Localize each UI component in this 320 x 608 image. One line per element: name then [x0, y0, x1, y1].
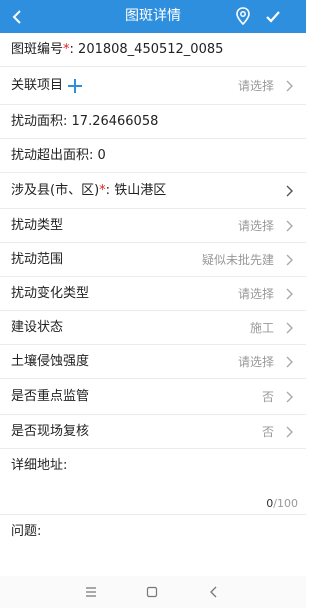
app-header: 图斑详情	[0, 0, 306, 33]
field-area-label: 扰动面积:	[11, 114, 68, 129]
field-build-status[interactable]: 建设状态 施工	[0, 311, 306, 345]
field-erosion-label: 土壤侵蚀强度	[11, 354, 90, 369]
chevron-right-icon	[286, 220, 293, 232]
field-address-label: 详细地址:	[11, 458, 68, 473]
field-excess-area: 扰动超出面积: 0	[0, 139, 306, 173]
field-project[interactable]: 关联项目 请选择	[0, 67, 306, 105]
field-change-type-value: 请选择	[237, 287, 274, 301]
chevron-right-icon	[286, 426, 293, 438]
home-square-icon[interactable]	[145, 585, 159, 599]
field-build-status-label: 建设状态	[11, 320, 64, 335]
check-icon[interactable]	[265, 9, 281, 25]
menu-icon[interactable]	[84, 585, 98, 599]
field-area: 扰动面积: 17.26466058	[0, 105, 306, 139]
chevron-right-icon	[286, 322, 293, 334]
field-change-type[interactable]: 扰动变化类型 请选择	[0, 277, 306, 311]
back-triangle-icon[interactable]	[207, 585, 221, 599]
field-issue-label: 问题:	[11, 524, 42, 539]
field-disturb-type-label: 扰动类型	[11, 218, 64, 233]
field-county-value: 铁山港区	[114, 183, 167, 198]
field-build-status-value: 施工	[249, 321, 274, 335]
field-disturb-range-value: 疑似未批先建	[201, 253, 274, 267]
field-key-supervision-value: 否	[261, 390, 274, 404]
field-id-label: 图斑编号	[11, 42, 64, 57]
field-review-label: 是否现场复核	[11, 424, 90, 439]
add-icon[interactable]	[67, 78, 83, 94]
system-navbar	[0, 576, 306, 608]
field-disturb-range-label: 扰动范围	[11, 252, 64, 267]
location-pin-icon[interactable]	[235, 7, 251, 25]
field-review[interactable]: 是否现场复核 否	[0, 415, 306, 449]
field-project-label: 关联项目	[11, 78, 64, 93]
field-disturb-range[interactable]: 扰动范围 疑似未批先建	[0, 243, 306, 277]
field-id: 图斑编号*: 201808_450512_0085	[0, 33, 306, 67]
chevron-right-icon	[286, 254, 293, 266]
field-issue[interactable]: 问题:	[0, 515, 306, 576]
field-review-value: 否	[261, 425, 274, 439]
field-excess-area-value: 0	[97, 148, 106, 163]
chevron-right-icon	[286, 80, 293, 92]
field-excess-area-label: 扰动超出面积:	[11, 148, 94, 163]
field-change-type-label: 扰动变化类型	[11, 286, 90, 301]
chevron-right-icon	[286, 288, 293, 300]
field-county-label: 涉及县(市、区)	[11, 183, 100, 198]
field-key-supervision[interactable]: 是否重点监管 否	[0, 379, 306, 415]
field-key-supervision-label: 是否重点监管	[11, 389, 90, 404]
chevron-right-icon	[286, 391, 293, 403]
field-disturb-type-value: 请选择	[237, 219, 274, 233]
field-id-value: 201808_450512_0085	[78, 42, 224, 57]
page-title: 图斑详情	[125, 8, 181, 24]
chevron-right-icon	[286, 356, 293, 368]
field-project-value: 请选择	[237, 79, 274, 93]
field-area-value: 17.26466058	[71, 114, 159, 129]
char-counter: 0/100	[266, 497, 298, 510]
chevron-right-icon	[286, 185, 293, 197]
field-county[interactable]: 涉及县(市、区)*: 铁山港区	[0, 173, 306, 209]
field-erosion[interactable]: 土壤侵蚀强度 请选择	[0, 345, 306, 379]
field-address[interactable]: 详细地址:	[0, 449, 306, 515]
field-disturb-type[interactable]: 扰动类型 请选择	[0, 209, 306, 243]
field-erosion-value: 请选择	[237, 355, 274, 369]
